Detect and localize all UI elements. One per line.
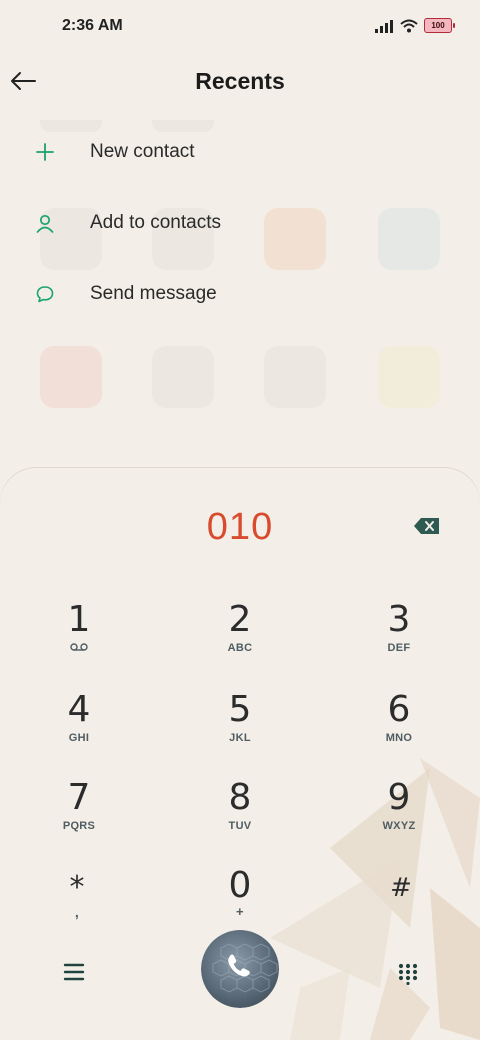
key-letters: TUV: [228, 820, 252, 832]
page-title: Recents: [195, 68, 285, 94]
message-bubble-icon: [34, 283, 56, 305]
person-icon: [34, 212, 56, 234]
dialpad-icon[interactable]: [397, 963, 419, 985]
ghost-tile: [40, 346, 102, 408]
battery-icon: 100: [424, 18, 455, 33]
key-5[interactable]: 5 JKL: [180, 690, 300, 770]
key-digit: 1: [67, 599, 91, 640]
status-icons: 100: [374, 18, 455, 33]
key-digit: *: [69, 870, 85, 905]
backspace-button[interactable]: [413, 516, 441, 536]
key-3[interactable]: 3 DEF: [339, 600, 459, 680]
status-time: 2:36 AM: [62, 17, 123, 34]
key-8[interactable]: 8 TUV: [180, 778, 300, 858]
key-digit: 7: [67, 777, 91, 818]
wifi-icon: [400, 19, 418, 32]
key-2[interactable]: 2 ABC: [180, 600, 300, 680]
menu-item-new-contact[interactable]: New contact: [0, 124, 480, 180]
header: Recents: [0, 56, 480, 108]
key-digit: #: [390, 873, 412, 903]
hamburger-menu-icon[interactable]: [62, 962, 86, 982]
key-digit: 2: [228, 599, 252, 640]
menu-item-add-to-contacts[interactable]: Add to contacts: [0, 195, 480, 251]
key-6[interactable]: 6 MNO: [339, 690, 459, 770]
key-7[interactable]: 7 PQRS: [19, 778, 139, 858]
dialer-bottom-bar: [0, 930, 480, 1020]
key-letters: GHI: [68, 732, 90, 744]
phone-icon: [201, 930, 279, 1008]
ghost-tile: [378, 346, 440, 408]
status-bar: 2:36 AM 100: [0, 0, 480, 56]
key-1[interactable]: 1: [19, 600, 139, 680]
key-letters: PQRS: [62, 820, 96, 832]
plus-icon: [34, 141, 56, 163]
key-letters: DEF: [387, 642, 411, 654]
menu-item-label: New contact: [90, 141, 195, 162]
key-letters: +: [236, 904, 244, 919]
battery-level: 100: [431, 21, 445, 30]
key-letters: ABC: [227, 642, 253, 654]
key-9[interactable]: 9 WXYZ: [339, 778, 459, 858]
dialed-number: 010: [206, 506, 274, 548]
ghost-tile: [152, 346, 214, 408]
key-letters: JKL: [229, 732, 251, 744]
key-digit: 8: [228, 777, 252, 818]
call-button[interactable]: [201, 930, 279, 1008]
menu-item-label: Add to contacts: [90, 212, 221, 233]
dialer-panel: 010 1 2 ABC 3 DEF 4 GHI 5 JKL 6 MNO 7 PQ…: [0, 468, 480, 1040]
key-digit: 5: [228, 689, 252, 730]
signal-icon: [375, 19, 393, 33]
key-4[interactable]: 4 GHI: [19, 690, 139, 770]
menu-item-label: Send message: [90, 283, 217, 304]
key-digit: 0: [228, 865, 252, 906]
key-digit: 4: [67, 689, 91, 730]
key-letters: WXYZ: [382, 820, 416, 832]
key-digit: 6: [387, 689, 411, 730]
key-letters: ,: [74, 904, 80, 920]
menu-item-send-message[interactable]: Send message: [0, 266, 480, 322]
voicemail-icon: [70, 643, 88, 651]
key-letters: MNO: [385, 732, 413, 744]
ghost-tile: [264, 346, 326, 408]
key-digit: 3: [387, 599, 411, 640]
key-digit: 9: [387, 777, 411, 818]
